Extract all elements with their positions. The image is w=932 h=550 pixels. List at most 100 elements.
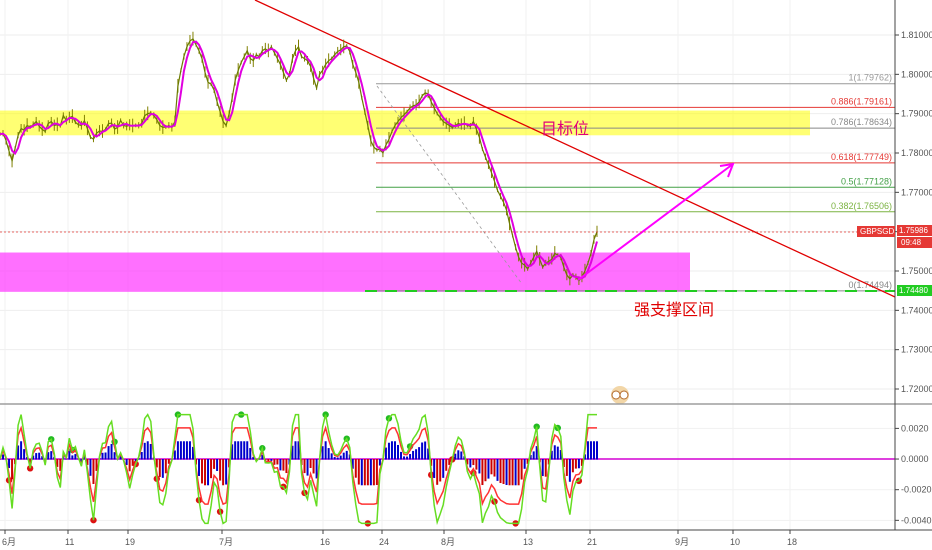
osc-bar bbox=[303, 459, 306, 474]
x-tick-label: 7月 bbox=[219, 537, 233, 547]
osc-bar bbox=[397, 444, 399, 460]
osc-bar bbox=[282, 459, 285, 471]
osc-bar bbox=[204, 459, 207, 486]
osc-bar bbox=[511, 459, 514, 486]
osc-bar bbox=[366, 459, 369, 486]
osc-bar bbox=[101, 452, 104, 460]
osc-bar bbox=[357, 459, 360, 485]
osc-bar bbox=[273, 459, 276, 465]
osc-bar bbox=[243, 441, 246, 460]
osc-bar bbox=[321, 446, 324, 460]
osc-bar bbox=[279, 459, 282, 471]
x-tick-label: 6月 bbox=[2, 537, 16, 547]
osc-bar bbox=[240, 441, 243, 460]
osc-bar bbox=[499, 459, 502, 484]
osc-bar bbox=[149, 443, 152, 460]
osc-bar bbox=[315, 459, 318, 479]
osc-bar bbox=[445, 459, 448, 471]
osc-bar bbox=[237, 441, 240, 460]
osc-bar bbox=[219, 459, 222, 481]
osc-bar bbox=[406, 456, 409, 460]
osc-bar bbox=[143, 442, 146, 460]
osc-bar bbox=[267, 459, 270, 462]
osc-bar bbox=[481, 459, 484, 486]
osc-bar bbox=[35, 453, 38, 460]
x-tick-label: 16 bbox=[320, 537, 330, 547]
svg-text:1.75986: 1.75986 bbox=[899, 226, 928, 235]
osc-bar bbox=[493, 459, 496, 477]
osc-bar bbox=[107, 446, 110, 460]
osc-bar bbox=[188, 441, 191, 460]
osc-bar bbox=[23, 449, 26, 460]
osc-bar bbox=[415, 449, 418, 460]
osc-bar bbox=[312, 459, 315, 474]
y-tick-label: 1.74000 bbox=[901, 305, 932, 315]
symbol-tag: GBPSGD bbox=[857, 226, 895, 237]
osc-bar bbox=[210, 459, 213, 479]
osc-bar bbox=[502, 459, 505, 485]
price-axis: 1.810001.800001.790001.780001.770001.760… bbox=[895, 30, 932, 394]
osc-bar bbox=[113, 452, 116, 460]
osc-bar bbox=[110, 443, 113, 460]
x-tick-label: 24 bbox=[379, 537, 389, 547]
osc-bar bbox=[363, 459, 366, 486]
osc-bar bbox=[520, 459, 523, 480]
osc-bar bbox=[514, 459, 517, 486]
osc-bar bbox=[11, 459, 14, 480]
osc-bar bbox=[222, 459, 225, 486]
osc-bar bbox=[409, 453, 412, 460]
osc-bar bbox=[577, 459, 580, 469]
osc-tick-label: -0.0020 bbox=[901, 485, 932, 495]
osc-bar bbox=[71, 455, 74, 460]
osc-bar bbox=[532, 451, 535, 460]
oscillator-axis: 0.0020 0.0000 -0.0020 -0.0040 bbox=[895, 423, 932, 525]
osc-bar bbox=[339, 455, 342, 460]
osc-bar bbox=[457, 450, 460, 460]
fib-level-label: 0.786(1.78634) bbox=[831, 117, 892, 127]
last-price-tag: 1.75986 bbox=[897, 225, 932, 236]
osc-bar bbox=[207, 459, 210, 486]
svg-text:GBPSGD: GBPSGD bbox=[860, 227, 894, 236]
osc-bar bbox=[38, 452, 41, 460]
y-tick-label: 1.78000 bbox=[901, 148, 932, 158]
osc-bar bbox=[496, 459, 499, 481]
osc-bar bbox=[330, 453, 333, 460]
osc-bar bbox=[179, 441, 182, 460]
osc-bar bbox=[50, 451, 53, 460]
osc-bar bbox=[164, 459, 167, 474]
osc-bar bbox=[433, 459, 436, 479]
svg-text:1.74480: 1.74480 bbox=[899, 286, 928, 295]
fib-level-label: 0.382(1.76506) bbox=[831, 201, 892, 211]
osc-bar bbox=[412, 450, 415, 460]
osc-bar bbox=[161, 459, 164, 478]
y-tick-label: 1.79000 bbox=[901, 109, 932, 119]
osc-bar bbox=[372, 459, 375, 486]
osc-bar bbox=[574, 459, 577, 469]
osc-bar bbox=[478, 459, 481, 474]
osc-bar bbox=[213, 459, 216, 469]
osc-bar bbox=[390, 441, 393, 460]
x-tick-label: 8月 bbox=[441, 537, 455, 547]
osc-bar bbox=[460, 451, 463, 460]
osc-bar bbox=[387, 442, 390, 460]
fib-level-label: 0.5(1.77128) bbox=[841, 176, 892, 186]
time-axis: 6月 11 19 7月 16 24 8月 13 21 9月 10 18 bbox=[2, 530, 797, 547]
x-tick-label: 18 bbox=[787, 537, 797, 547]
osc-bar bbox=[140, 451, 143, 460]
osc-bar bbox=[324, 441, 327, 460]
osc-bar bbox=[276, 459, 279, 465]
support-zone-label: 强支撑区间 bbox=[634, 300, 714, 319]
x-tick-label: 11 bbox=[65, 537, 74, 547]
events-icon[interactable] bbox=[611, 386, 629, 404]
osc-bar bbox=[216, 459, 219, 471]
osc-bar bbox=[125, 459, 128, 466]
osc-bar bbox=[508, 459, 511, 486]
fib-level-label: 1(1.79762) bbox=[848, 73, 892, 83]
osc-bar bbox=[541, 459, 544, 477]
osc-bar bbox=[354, 459, 357, 478]
osc-bar bbox=[436, 459, 439, 485]
osc-bar bbox=[442, 459, 445, 478]
osc-bar bbox=[158, 459, 161, 477]
osc-bar bbox=[454, 453, 457, 460]
osc-tick-label: 0.0000 bbox=[901, 454, 929, 464]
